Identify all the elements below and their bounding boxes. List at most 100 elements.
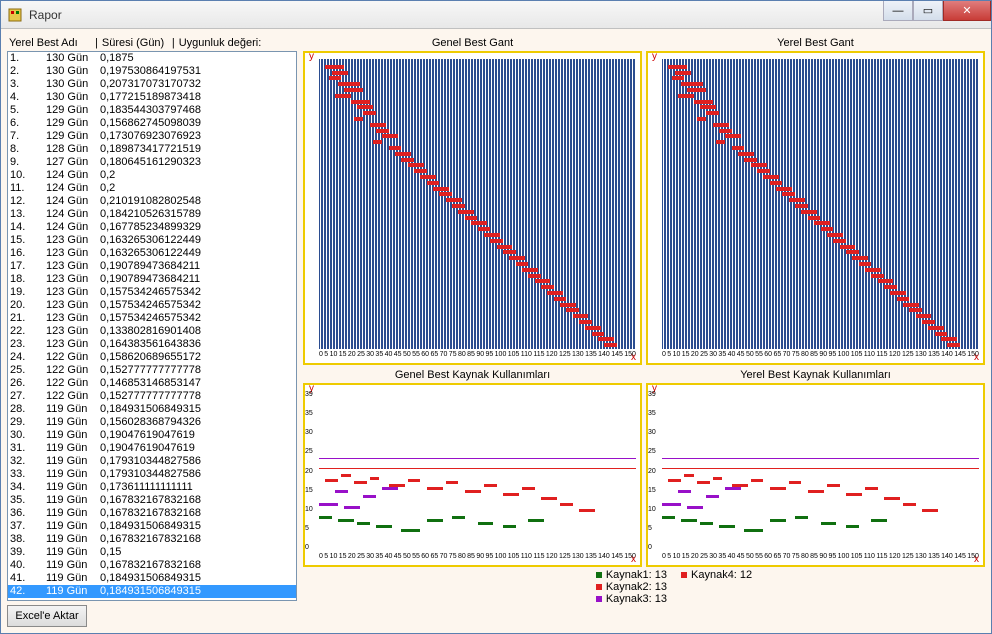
- app-icon: [7, 7, 23, 23]
- list-item[interactable]: 27.122 Gün0,152777777777778: [8, 390, 296, 403]
- list-item[interactable]: 25.122 Gün0,152777777777778: [8, 364, 296, 377]
- x-axis-label: x: [974, 554, 979, 565]
- list-item[interactable]: 42.119 Gün0,184931506849315: [8, 585, 296, 598]
- left-panel: Yerel Best Adı | Süresi (Gün) | Uygunluk…: [7, 35, 297, 627]
- y-ticks: 0510152025303539: [305, 391, 319, 551]
- list-item[interactable]: 21.123 Gün0,157534246575342: [8, 312, 296, 325]
- list-item[interactable]: 31.119 Gün0,19047619047619: [8, 442, 296, 455]
- gantt-bars: [662, 59, 979, 349]
- list-item[interactable]: 36.119 Gün0,167832167832168: [8, 507, 296, 520]
- yerel-resource-cell: Yerel Best Kaynak Kullanımları y 0510152…: [646, 367, 985, 567]
- titlebar: Rapor — ▭ ✕: [1, 1, 991, 29]
- list-item[interactable]: 30.119 Gün0,19047619047619: [8, 429, 296, 442]
- genel-gantt-chart[interactable]: y 05101520253035404550556065707580859095…: [303, 51, 642, 365]
- list-item[interactable]: 18.123 Gün0,190789473684211: [8, 273, 296, 286]
- list-item[interactable]: 4.130 Gün0,177215189873418: [8, 91, 296, 104]
- list-item[interactable]: 32.119 Gün0,179310344827586: [8, 455, 296, 468]
- legend-k2-label: Kaynak2: 13: [606, 581, 667, 593]
- legend-k1-label: Kaynak1: 13: [606, 569, 667, 581]
- list-item[interactable]: 12.124 Gün0,210191082802548: [8, 195, 296, 208]
- list-item[interactable]: 2.130 Gün0,197530864197531: [8, 65, 296, 78]
- maximize-button[interactable]: ▭: [913, 1, 943, 21]
- y-axis-label: y: [309, 51, 314, 62]
- list-item[interactable]: 28.119 Gün0,184931506849315: [8, 403, 296, 416]
- x-axis-label: x: [631, 554, 636, 565]
- resource-bars: [319, 391, 636, 551]
- export-excel-button[interactable]: Excel'e Aktar: [7, 605, 87, 627]
- legend-k4: Kaynak4: 12: [681, 569, 752, 581]
- header-sep2: |: [172, 37, 179, 49]
- genel-resource-title: Genel Best Kaynak Kullanımları: [303, 367, 642, 383]
- yerel-gantt-chart[interactable]: y 05101520253035404550556065707580859095…: [646, 51, 985, 365]
- list-item[interactable]: 39.119 Gün0,15: [8, 546, 296, 559]
- list-item[interactable]: 41.119 Gün0,184931506849315: [8, 572, 296, 585]
- list-item[interactable]: 22.123 Gün0,133802816901408: [8, 325, 296, 338]
- x-ticks: 0510152025303540455055606570758085909510…: [319, 351, 636, 363]
- list-item[interactable]: 20.123 Gün0,157534246575342: [8, 299, 296, 312]
- list-item[interactable]: 35.119 Gün0,167832167832168: [8, 494, 296, 507]
- results-listbox[interactable]: 1.130 Gün0,18752.130 Gün0,19753086419753…: [7, 51, 297, 601]
- legend: Kaynak1: 13 Kaynak2: 13 Kaynak3: 13 Kayn…: [303, 567, 985, 605]
- list-item[interactable]: 9.127 Gün0,180645161290323: [8, 156, 296, 169]
- header-col1: Yerel Best Adı: [9, 37, 95, 49]
- list-item[interactable]: 19.123 Gün0,157534246575342: [8, 286, 296, 299]
- legend-k4-label: Kaynak4: 12: [691, 569, 752, 581]
- legend-k3-label: Kaynak3: 13: [606, 593, 667, 605]
- header-col2: Süresi (Gün): [102, 37, 172, 49]
- yerel-resource-chart[interactable]: y 0510152025303539 051015202530354045505…: [646, 383, 985, 567]
- genel-resource-cell: Genel Best Kaynak Kullanımları y 0510152…: [303, 367, 642, 567]
- right-panel: Genel Best Gant y 0510152025303540455055…: [303, 35, 985, 627]
- list-item[interactable]: 38.119 Gün0,167832167832168: [8, 533, 296, 546]
- app-window: Rapor — ▭ ✕ Yerel Best Adı | Süresi (Gün…: [0, 0, 992, 634]
- list-item[interactable]: 37.119 Gün0,184931506849315: [8, 520, 296, 533]
- yerel-gantt-cell: Yerel Best Gant y 0510152025303540455055…: [646, 35, 985, 365]
- x-axis-label: x: [631, 352, 636, 363]
- y-ticks: 0510152025303539: [648, 391, 662, 551]
- list-item[interactable]: 6.129 Gün0,156862745098039: [8, 117, 296, 130]
- client-area: Yerel Best Adı | Süresi (Gün) | Uygunluk…: [1, 29, 991, 633]
- header-col3: Uygunluk değeri:: [179, 37, 295, 49]
- list-item[interactable]: 5.129 Gün0,183544303797468: [8, 104, 296, 117]
- list-header: Yerel Best Adı | Süresi (Gün) | Uygunluk…: [7, 35, 297, 51]
- x-ticks: 0510152025303540455055606570758085909510…: [662, 351, 979, 363]
- yerel-gantt-title: Yerel Best Gant: [646, 35, 985, 51]
- genel-resource-chart[interactable]: y 0510152025303539 051015202530354045505…: [303, 383, 642, 567]
- yerel-resource-title: Yerel Best Kaynak Kullanımları: [646, 367, 985, 383]
- minimize-button[interactable]: —: [883, 1, 913, 21]
- list-item[interactable]: 16.123 Gün0,163265306122449: [8, 247, 296, 260]
- close-button[interactable]: ✕: [943, 1, 991, 21]
- list-item[interactable]: 34.119 Gün0,173611111111111: [8, 481, 296, 494]
- list-item[interactable]: 13.124 Gün0,184210526315789: [8, 208, 296, 221]
- legend-k2: Kaynak2: 13: [596, 581, 667, 593]
- list-item[interactable]: 11.124 Gün0,2: [8, 182, 296, 195]
- list-item[interactable]: 1.130 Gün0,1875: [8, 52, 296, 65]
- list-item[interactable]: 29.119 Gün0,156028368794326: [8, 416, 296, 429]
- gantt-bars: [319, 59, 636, 349]
- list-item[interactable]: 8.128 Gün0,189873417721519: [8, 143, 296, 156]
- list-item[interactable]: 15.123 Gün0,163265306122449: [8, 234, 296, 247]
- x-ticks: 0510152025303540455055606570758085909510…: [662, 553, 979, 565]
- window-title: Rapor: [29, 8, 883, 22]
- resource-bars: [662, 391, 979, 551]
- x-axis-label: x: [974, 352, 979, 363]
- list-item[interactable]: 17.123 Gün0,190789473684211: [8, 260, 296, 273]
- list-item[interactable]: 24.122 Gün0,158620689655172: [8, 351, 296, 364]
- list-item[interactable]: 7.129 Gün0,173076923076923: [8, 130, 296, 143]
- genel-gantt-title: Genel Best Gant: [303, 35, 642, 51]
- legend-k3: Kaynak3: 13: [596, 593, 667, 605]
- resource-row: Genel Best Kaynak Kullanımları y 0510152…: [303, 367, 985, 567]
- legend-k1: Kaynak1: 13: [596, 569, 667, 581]
- window-controls: — ▭ ✕: [883, 1, 991, 28]
- x-ticks: 0510152025303540455055606570758085909510…: [319, 553, 636, 565]
- list-item[interactable]: 23.123 Gün0,164383561643836: [8, 338, 296, 351]
- list-item[interactable]: 40.119 Gün0,167832167832168: [8, 559, 296, 572]
- list-item[interactable]: 3.130 Gün0,207317073170732: [8, 78, 296, 91]
- list-item[interactable]: 14.124 Gün0,167785234899329: [8, 221, 296, 234]
- genel-gantt-cell: Genel Best Gant y 0510152025303540455055…: [303, 35, 642, 365]
- list-item[interactable]: 10.124 Gün0,2: [8, 169, 296, 182]
- gantt-row: Genel Best Gant y 0510152025303540455055…: [303, 35, 985, 365]
- y-axis-label: y: [652, 51, 657, 62]
- header-sep1: |: [95, 37, 102, 49]
- list-item[interactable]: 33.119 Gün0,179310344827586: [8, 468, 296, 481]
- list-item[interactable]: 26.122 Gün0,146853146853147: [8, 377, 296, 390]
